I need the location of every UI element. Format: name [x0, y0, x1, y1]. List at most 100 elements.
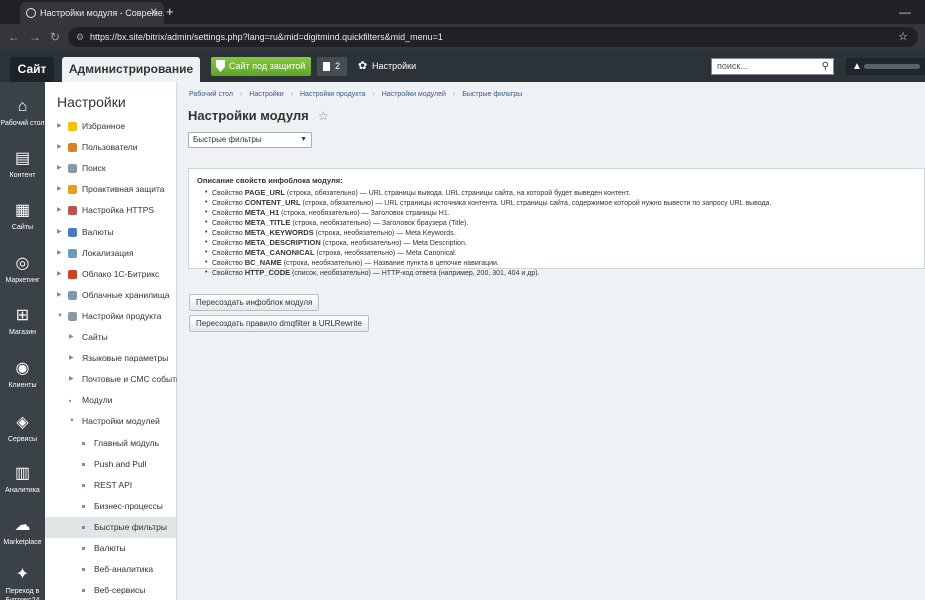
gear-icon	[68, 311, 77, 321]
icon-menu-item-8[interactable]: ☁ Marketplace	[0, 507, 45, 557]
settings-button[interactable]: ✿ Настройки	[356, 57, 416, 76]
icon-menu-item-9[interactable]: ✦ Переход в Битрикс24	[0, 556, 45, 600]
window-minimize-icon[interactable]: —	[899, 2, 911, 22]
chevron-right-icon[interactable]: ▶	[57, 243, 62, 264]
sidebar-item[interactable]: Веб-аналитика	[45, 559, 176, 580]
description-text: (строка, необязательно) — Название пункт…	[281, 260, 499, 267]
sidebar-item-label: Модули	[82, 395, 113, 406]
tab-close-icon[interactable]: ✕	[150, 2, 158, 24]
icon-menu-item-6[interactable]: ◈ Сервисы	[0, 404, 45, 454]
description-box: Описание свойств инфоблока модуля: Свойс…	[188, 168, 925, 277]
bookmark-star-icon[interactable]: ☆	[898, 27, 908, 47]
main-content: Рабочий стол › Настройки › Настройки продукт…	[177, 82, 925, 600]
description-item: Свойство META_TITLE (строка, необязатель…	[205, 218, 916, 228]
target-icon: ◎	[15, 255, 30, 272]
site-info-icon[interactable]: ⚙	[76, 27, 84, 47]
sidebar-item[interactable]: ▼ Настройки продукта	[45, 306, 176, 327]
icon-menu-item-2[interactable]: ▦ Сайты	[0, 192, 45, 242]
admin-search-input[interactable]: поиск... ⚲	[711, 58, 834, 75]
sidebar-item[interactable]: ▶ Облачные хранилища	[45, 285, 176, 306]
notifications-button[interactable]: 2	[317, 57, 347, 76]
property-code: CONTENT_URL	[244, 198, 301, 207]
breadcrumb-link[interactable]: Быстрые фильтры	[462, 91, 522, 98]
sidebar-item[interactable]: ▶ Облако 1С-Битрикс	[45, 264, 176, 285]
icon-menu-item-4[interactable]: ⊞ Магазин	[0, 297, 45, 347]
chevron-down-icon[interactable]: ▼	[69, 411, 75, 432]
sidebar-item[interactable]: ▶ Почтовые и СМС события	[45, 369, 185, 390]
sidebar-item-label: Локализация	[82, 247, 134, 258]
sidebar-item[interactable]: ▶ Локализация	[45, 243, 176, 264]
sidebar-item[interactable]: ▶ Избранное	[45, 116, 176, 137]
chevron-right-icon[interactable]: ▶	[57, 200, 62, 221]
back-icon[interactable]: ←	[8, 24, 20, 50]
bitrix24-icon: ✦	[15, 566, 30, 583]
chevron-right-icon[interactable]: ▶	[57, 179, 62, 200]
sidebar-item[interactable]: ▶ Валюты	[45, 222, 176, 243]
new-tab-icon[interactable]: +	[166, 2, 174, 22]
breadcrumb-link[interactable]: Настройки модулей	[382, 91, 446, 98]
breadcrumb-link[interactable]: Рабочий стол	[189, 91, 233, 98]
module-select[interactable]: Быстрые фильтры ▼	[188, 132, 312, 148]
recreate-iblock-button[interactable]: Пересоздать инфоблок модуля	[189, 294, 320, 311]
reload-icon[interactable]: ↻	[50, 24, 60, 50]
chevron-right-icon[interactable]: ▶	[69, 369, 74, 390]
chevron-down-icon[interactable]: ▼	[57, 306, 63, 327]
chevron-right-icon[interactable]: ▶	[69, 348, 74, 369]
recreate-urlrewrite-button[interactable]: Пересоздать правило dmqfilter в URLRewri…	[189, 315, 369, 332]
sidebar-item[interactable]: ▶ Настройка HTTPS	[45, 200, 176, 221]
search-placeholder: поиск...	[717, 61, 748, 71]
sidebar-item[interactable]: Валюты	[45, 538, 176, 559]
sidebar-item[interactable]: ■ Модули	[45, 390, 176, 411]
chevron-right-icon[interactable]: ▶	[57, 116, 62, 137]
address-bar[interactable]: ⚙ https://bx.site/bitrix/admin/settings.…	[68, 27, 918, 47]
forward-icon[interactable]: →	[29, 24, 41, 50]
sidebar-item-label: Push and Pull	[94, 458, 147, 469]
sidebar-item[interactable]: Главный модуль	[45, 433, 176, 454]
sidebar-item[interactable]: Быстрые фильтры	[45, 516, 176, 538]
sidebar-item[interactable]: ▶ Пользователи	[45, 137, 176, 158]
property-code: META_H1	[244, 208, 280, 217]
site-protected-button[interactable]: Сайт под защитой	[211, 57, 311, 76]
icon-menu-item-1[interactable]: ▤ Контент	[0, 140, 45, 190]
property-code: PAGE_URL	[244, 188, 285, 197]
icon-menu-item-5[interactable]: ◉ Клиенты	[0, 350, 45, 400]
sidebar-item[interactable]: Push and Pull	[45, 454, 176, 475]
admin-tab-button[interactable]: Администрирование	[62, 57, 200, 82]
sidebar-item[interactable]: ▼ Настройки модулей	[45, 411, 176, 432]
description-prefix: Свойство	[212, 270, 245, 277]
description-prefix: Свойство	[212, 260, 245, 267]
icon-menu-item-7[interactable]: ▥ Аналитика	[0, 455, 45, 505]
sidebar-item[interactable]: ▶ Поиск	[45, 158, 176, 179]
sidebar-item[interactable]: Веб-сервисы	[45, 580, 176, 600]
admin-top-bar: Сайт Администрирование Сайт под защитой …	[0, 50, 925, 82]
browser-tab[interactable]: Настройки модуля - Совреме... ✕	[20, 2, 164, 24]
sidebar-item[interactable]: Бизнес-процессы	[45, 496, 176, 517]
sidebar-item[interactable]: REST API	[45, 475, 176, 496]
search-icon[interactable]: ⚲	[822, 59, 829, 74]
sidebar-item-label: Веб-аналитика	[94, 564, 154, 575]
bullet-icon[interactable]: ■	[69, 390, 71, 411]
chevron-right-icon[interactable]: ▶	[57, 222, 62, 243]
site-tab-button[interactable]: Сайт	[10, 57, 54, 82]
breadcrumb-link[interactable]: Настройки	[249, 91, 283, 98]
icon-menu-item-3[interactable]: ◎ Маркетинг	[0, 245, 45, 295]
favorite-star-icon[interactable]: ☆	[318, 109, 329, 123]
user-name-redacted	[864, 64, 920, 69]
user-menu[interactable]: ▲	[846, 58, 925, 75]
description-prefix: Свойство	[212, 190, 245, 197]
chevron-right-icon[interactable]: ▶	[57, 158, 62, 179]
breadcrumb-link[interactable]: Настройки продукта	[300, 91, 365, 98]
chevron-right-icon[interactable]: ▶	[57, 264, 62, 285]
chevron-right-icon[interactable]: ▶	[57, 137, 62, 158]
notifications-count: 2	[335, 61, 341, 71]
icon-menu-item-0[interactable]: ⌂ Рабочий стол	[0, 88, 45, 138]
chevron-right-icon[interactable]: ▶	[69, 327, 74, 348]
sidebar-item[interactable]: ▶ Проактивная защита	[45, 179, 176, 200]
description-item: Свойство PAGE_URL (строка, обязательно) …	[205, 188, 916, 198]
sidebar-item[interactable]: ▶ Сайты	[45, 327, 176, 348]
sidebar-item[interactable]: ▶ Языковые параметры	[45, 348, 176, 369]
chevron-right-icon[interactable]: ▶	[57, 285, 62, 306]
user-icon: ▲	[852, 61, 862, 72]
sidebar-item-label: Пользователи	[82, 142, 138, 153]
tab-favicon-icon	[26, 8, 36, 18]
